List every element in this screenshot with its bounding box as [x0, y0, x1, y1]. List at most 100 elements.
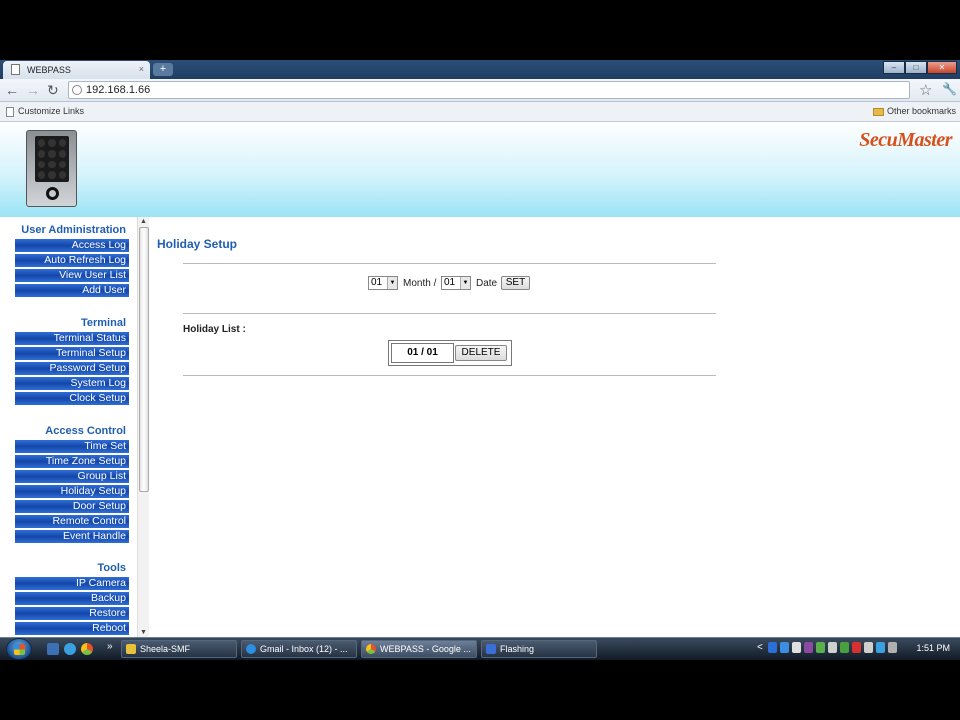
menu-item-view-user-list[interactable]: View User List [15, 269, 129, 282]
keypad-device-image [26, 130, 77, 207]
menu-item-password-setup[interactable]: Password Setup [15, 362, 129, 375]
network-icon[interactable] [876, 642, 885, 653]
main-content: Holiday Setup 01 ▼ Month / 01 ▼ Date SET… [150, 217, 960, 637]
chevron-down-icon: ▼ [387, 277, 397, 289]
start-button[interactable] [6, 638, 32, 660]
window-controls: – □ ✕ [883, 61, 957, 74]
menu-item-time-set[interactable]: Time Set [15, 440, 129, 453]
task-label: WEBPASS - Google ... [380, 644, 471, 654]
chevron-down-icon: ▼ [460, 277, 470, 289]
browser-toolbar: ← → ↻ 192.168.1.66 ☆ 🔧 [0, 79, 960, 102]
date-label: Date [476, 278, 498, 289]
section-title: Access Control [45, 425, 126, 437]
menu-section: User Administration Access Log Auto Refr… [15, 224, 129, 299]
date-value: 01 [444, 277, 456, 288]
tray-icon[interactable] [804, 642, 813, 653]
tab-close-icon[interactable]: × [139, 64, 144, 74]
globe-icon [72, 85, 82, 95]
tray-icon[interactable] [780, 642, 789, 653]
tray-icon[interactable] [864, 642, 873, 653]
page-header: SecuMaster [0, 122, 960, 217]
delete-button[interactable]: DELETE [455, 345, 507, 361]
menu-item-holiday-setup[interactable]: Holiday Setup [15, 485, 129, 498]
system-tray [768, 642, 897, 653]
menu-item-reboot[interactable]: Reboot [15, 622, 129, 635]
browser-tab-bar: WEBPASS × + – □ ✕ [0, 60, 960, 79]
other-bookmarks[interactable]: Other bookmarks [872, 106, 956, 116]
page-icon [11, 64, 20, 75]
internet-explorer-icon[interactable] [64, 643, 76, 655]
task-label: Gmail - Inbox (12) - ... [260, 644, 348, 654]
bookmarks-bar: Customize Links Other bookmarks [0, 102, 960, 122]
menu-item-backup[interactable]: Backup [15, 592, 129, 605]
tray-icon[interactable] [840, 642, 849, 653]
screen: WEBPASS × + – □ ✕ ← → ↻ 192.168.1.66 ☆ 🔧… [0, 60, 960, 660]
task-flashing[interactable]: Flashing [481, 640, 597, 658]
bookmark-customize-links[interactable]: Customize Links [6, 106, 84, 117]
maximize-icon[interactable]: □ [905, 61, 927, 74]
wrench-icon[interactable]: 🔧 [942, 82, 957, 96]
browser-tab[interactable]: WEBPASS × [3, 61, 150, 79]
new-tab-button[interactable]: + [153, 63, 173, 76]
window-icon [486, 644, 496, 654]
quicklaunch-chevron[interactable]: » [107, 641, 113, 652]
tray-icon[interactable] [792, 642, 801, 653]
windows-taskbar: » Sheela-SMF Gmail - Inbox (12) - ... WE… [0, 637, 960, 660]
tray-icon[interactable] [852, 642, 861, 653]
tray-expand-icon[interactable]: < [757, 642, 763, 653]
tray-icon[interactable] [816, 642, 825, 653]
clock[interactable]: 1:51 PM [916, 643, 950, 653]
menu-item-ip-camera[interactable]: IP Camera [15, 577, 129, 590]
menu-item-restore[interactable]: Restore [15, 607, 129, 620]
menu-item-event-handle[interactable]: Event Handle [15, 530, 129, 543]
section-title: Terminal [80, 317, 126, 329]
forward-icon[interactable]: → [26, 82, 40, 98]
show-desktop-icon[interactable] [47, 643, 59, 655]
section-title: User Administration [21, 224, 126, 236]
divider [183, 313, 716, 314]
divider [183, 375, 716, 376]
menu-item-door-setup[interactable]: Door Setup [15, 500, 129, 513]
star-icon[interactable]: ☆ [919, 81, 932, 99]
sidebar-menu: User Administration Access Log Auto Refr… [0, 217, 150, 637]
menu-item-clock-setup[interactable]: Clock Setup [15, 392, 129, 405]
menu-item-time-zone-setup[interactable]: Time Zone Setup [15, 455, 129, 468]
folder-icon [872, 107, 884, 116]
holiday-entry: 01 / 01 DELETE [388, 340, 512, 366]
tray-icon[interactable] [828, 642, 837, 653]
bookmark-label: Other bookmarks [886, 106, 956, 116]
month-select[interactable]: 01 ▼ [368, 276, 398, 290]
menu-item-terminal-setup[interactable]: Terminal Setup [15, 347, 129, 360]
scroll-up-icon[interactable]: ▲ [140, 218, 147, 225]
sidebar-scrollbar[interactable]: ▲ ▼ [137, 217, 149, 637]
scroll-down-icon[interactable]: ▼ [140, 629, 147, 636]
menu-item-remote-control[interactable]: Remote Control [15, 515, 129, 528]
volume-icon[interactable] [888, 642, 897, 653]
set-button[interactable]: SET [501, 276, 530, 290]
menu-item-terminal-status[interactable]: Terminal Status [15, 332, 129, 345]
back-icon[interactable]: ← [5, 82, 19, 98]
minimize-icon[interactable]: – [883, 61, 905, 74]
menu-item-auto-refresh-log[interactable]: Auto Refresh Log [15, 254, 129, 267]
menu-item-add-user[interactable]: Add User [15, 284, 129, 297]
page-icon [6, 106, 14, 117]
task-gmail[interactable]: Gmail - Inbox (12) - ... [241, 640, 357, 658]
holiday-list-label: Holiday List : [183, 324, 246, 335]
address-bar[interactable]: 192.168.1.66 [68, 81, 910, 99]
window-close-icon[interactable]: ✕ [927, 61, 957, 74]
tray-icon[interactable] [768, 642, 777, 653]
brand-logo: SecuMaster [859, 129, 952, 151]
menu-item-system-log[interactable]: System Log [15, 377, 129, 390]
bookmark-label: Customize Links [18, 106, 85, 116]
section-title: Tools [97, 562, 126, 574]
scrollbar-thumb[interactable] [139, 227, 149, 492]
task-webpass[interactable]: WEBPASS - Google ... [361, 640, 477, 658]
month-label: Month / [403, 278, 437, 289]
date-select[interactable]: 01 ▼ [441, 276, 471, 290]
menu-item-access-log[interactable]: Access Log [15, 239, 129, 252]
menu-item-group-list[interactable]: Group List [15, 470, 129, 483]
chrome-icon[interactable] [81, 643, 93, 655]
reload-icon[interactable]: ↻ [47, 82, 59, 98]
task-sheela-smf[interactable]: Sheela-SMF [121, 640, 237, 658]
holiday-date: 01 / 01 [391, 343, 454, 363]
